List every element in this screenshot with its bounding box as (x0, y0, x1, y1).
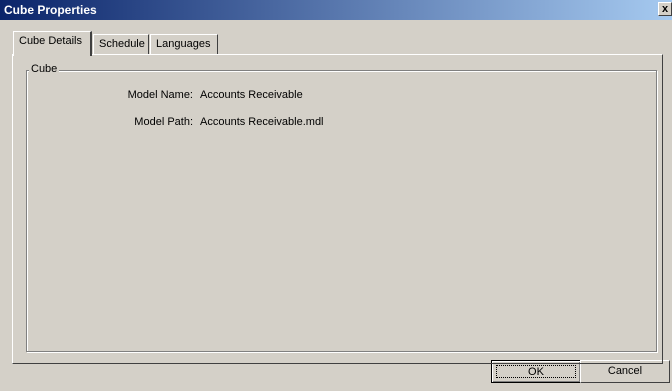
model-path-value: Accounts Receivable.mdl (200, 116, 324, 128)
model-name-label: Model Name: (127, 89, 193, 101)
tab-label: Cube Details (19, 35, 82, 47)
model-name-value: Accounts Receivable (200, 89, 303, 101)
tab-label: Schedule (99, 38, 145, 50)
ok-button-label: OK (496, 365, 576, 378)
tab-label: Languages (156, 38, 211, 50)
tab-schedule[interactable]: Schedule (93, 34, 149, 55)
title-bar[interactable]: Cube Properties x (0, 0, 672, 20)
window-title: Cube Properties (4, 3, 97, 17)
close-icon: x (661, 3, 669, 15)
cancel-button-label: Cancel (607, 365, 643, 377)
cube-groupbox (26, 70, 657, 352)
model-path-label: Model Path: (134, 116, 193, 128)
close-button[interactable]: x (658, 2, 672, 16)
tab-languages[interactable]: Languages (150, 34, 218, 55)
tab-cube-details[interactable]: Cube Details (13, 31, 92, 56)
groupbox-label: Cube (29, 63, 60, 75)
